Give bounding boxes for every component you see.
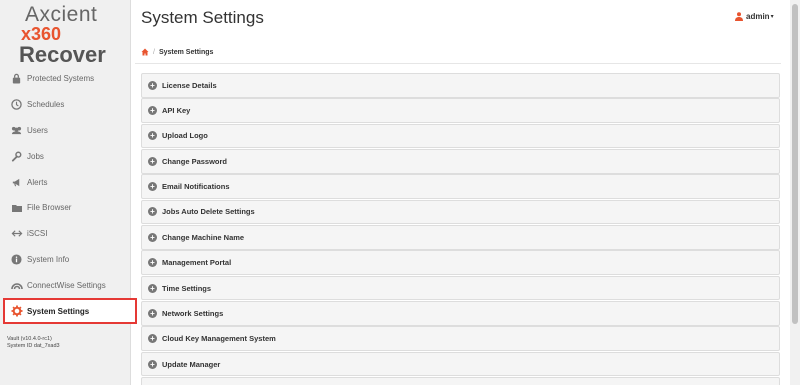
expand-plus-icon: + <box>148 131 157 141</box>
breadcrumb-current: System Settings <box>158 48 214 56</box>
sidebar-item-protected-systems[interactable]: Protected Systems <box>0 66 131 92</box>
system-id-text: System ID dat_7xad3 <box>7 343 60 349</box>
panel-title: Time Settings <box>162 283 212 293</box>
sidebar-item-label: Protected Systems <box>27 74 95 84</box>
home-icon[interactable] <box>141 48 149 56</box>
sidebar-nav: Protected Systems Schedules Users Jobs A… <box>0 66 137 324</box>
sidebar-item-label: Schedules <box>27 100 65 110</box>
expand-plus-icon: + <box>148 258 157 268</box>
sidebar-item-system-settings[interactable]: System Settings <box>3 298 137 324</box>
users-icon <box>10 124 23 137</box>
settings-accordion: + License Details + API Key + Upload Log… <box>141 73 780 385</box>
sidebar-item-jobs[interactable]: Jobs <box>0 143 131 169</box>
panel-title: Update Manager <box>162 359 221 369</box>
scrollbar-thumb[interactable] <box>792 4 798 324</box>
panel-cloud-key-management-system[interactable]: + Cloud Key Management System <box>141 326 780 351</box>
scrollbar[interactable] <box>790 0 800 385</box>
panel-upload-logo[interactable]: + Upload Logo <box>141 123 780 149</box>
version-info: Vault (v10.4.0-rc1) System ID dat_7xad3 <box>7 336 60 350</box>
expand-plus-icon: + <box>148 232 157 242</box>
bullhorn-icon <box>10 176 23 189</box>
sidebar-item-label: File Browser <box>27 203 72 213</box>
expand-plus-icon: + <box>148 207 157 217</box>
panel-api-key[interactable]: + API Key <box>141 98 780 123</box>
sidebar-item-label: Users <box>27 125 48 135</box>
connectwise-icon <box>10 279 23 292</box>
breadcrumb-separator: / <box>153 48 155 56</box>
panel-title: Email Notifications <box>162 182 230 192</box>
sidebar-item-label: Alerts <box>27 177 48 187</box>
panel-title: Network Settings <box>162 308 224 318</box>
logo-line-2: x360 <box>21 24 62 44</box>
info-icon <box>10 253 23 266</box>
breadcrumb-divider <box>135 63 781 64</box>
sidebar-item-iscsi[interactable]: iSCSI <box>0 221 131 247</box>
chevron-down-icon: ▾ <box>770 14 774 20</box>
sidebar-item-users[interactable]: Users <box>0 118 131 144</box>
expand-plus-icon: + <box>148 359 157 369</box>
main-content: System Settings admin ▾ / System Setting… <box>131 0 800 385</box>
user-menu[interactable]: admin ▾ <box>735 12 774 21</box>
panel-title: API Key <box>162 106 191 116</box>
sidebar-item-label: System Settings <box>27 306 90 316</box>
panel-network-settings[interactable]: + Network Settings <box>141 301 780 326</box>
lock-icon <box>10 72 23 85</box>
user-icon <box>735 12 743 21</box>
expand-plus-icon: + <box>148 283 157 293</box>
gear-icon <box>10 305 23 318</box>
expand-plus-icon: + <box>148 334 157 344</box>
panel-time-settings[interactable]: + Time Settings <box>141 275 780 301</box>
wrench-icon <box>10 150 23 163</box>
sidebar-item-connectwise-settings[interactable]: ConnectWise Settings <box>0 272 131 298</box>
expand-plus-icon: + <box>148 156 157 166</box>
sidebar-item-label: Jobs <box>27 151 44 161</box>
iscsi-icon <box>10 227 23 240</box>
panel-title: Management Portal <box>162 258 232 268</box>
expand-plus-icon: + <box>148 106 157 116</box>
panel-jobs-auto-delete-settings[interactable]: + Jobs Auto Delete Settings <box>141 199 780 225</box>
sidebar-item-file-browser[interactable]: File Browser <box>0 195 131 221</box>
sidebar-item-label: System Info <box>27 254 70 264</box>
panel-partial[interactable]: + <box>141 377 780 385</box>
panel-change-machine-name[interactable]: + Change Machine Name <box>141 225 780 250</box>
panel-title: Cloud Key Management System <box>162 334 276 344</box>
sidebar: Axcient x360 Recover Protected Systems S… <box>0 0 137 385</box>
page-title: System Settings <box>141 8 264 27</box>
clock-icon <box>10 98 23 111</box>
panel-update-manager[interactable]: + Update Manager <box>141 351 780 377</box>
user-name: admin <box>746 12 770 21</box>
expand-plus-icon: + <box>148 182 157 192</box>
panel-title: License Details <box>162 80 217 90</box>
logo-line-1: Axcient <box>25 3 98 26</box>
sidebar-item-alerts[interactable]: Alerts <box>0 169 131 195</box>
panel-management-portal[interactable]: + Management Portal <box>141 250 780 275</box>
sidebar-item-system-info[interactable]: System Info <box>0 247 131 273</box>
app-logo[interactable]: Axcient x360 Recover <box>10 3 125 67</box>
version-text: Vault (v10.4.0-rc1) <box>7 336 52 342</box>
sidebar-item-label: ConnectWise Settings <box>27 280 106 290</box>
panel-change-password[interactable]: + Change Password <box>141 149 780 174</box>
panel-email-notifications[interactable]: + Email Notifications <box>141 174 780 199</box>
expand-plus-icon: + <box>148 80 157 90</box>
panel-license-details[interactable]: + License Details <box>141 73 780 98</box>
panel-title: Jobs Auto Delete Settings <box>162 207 255 217</box>
sidebar-item-schedules[interactable]: Schedules <box>0 92 131 118</box>
sidebar-item-label: iSCSI <box>27 229 48 239</box>
panel-title: Change Password <box>162 156 228 166</box>
expand-plus-icon: + <box>148 308 157 318</box>
panel-title: Upload Logo <box>162 131 208 141</box>
logo-line-3: Recover <box>19 42 106 67</box>
breadcrumb: / System Settings <box>141 48 213 56</box>
folder-icon <box>10 201 23 214</box>
panel-title: Change Machine Name <box>162 232 245 242</box>
